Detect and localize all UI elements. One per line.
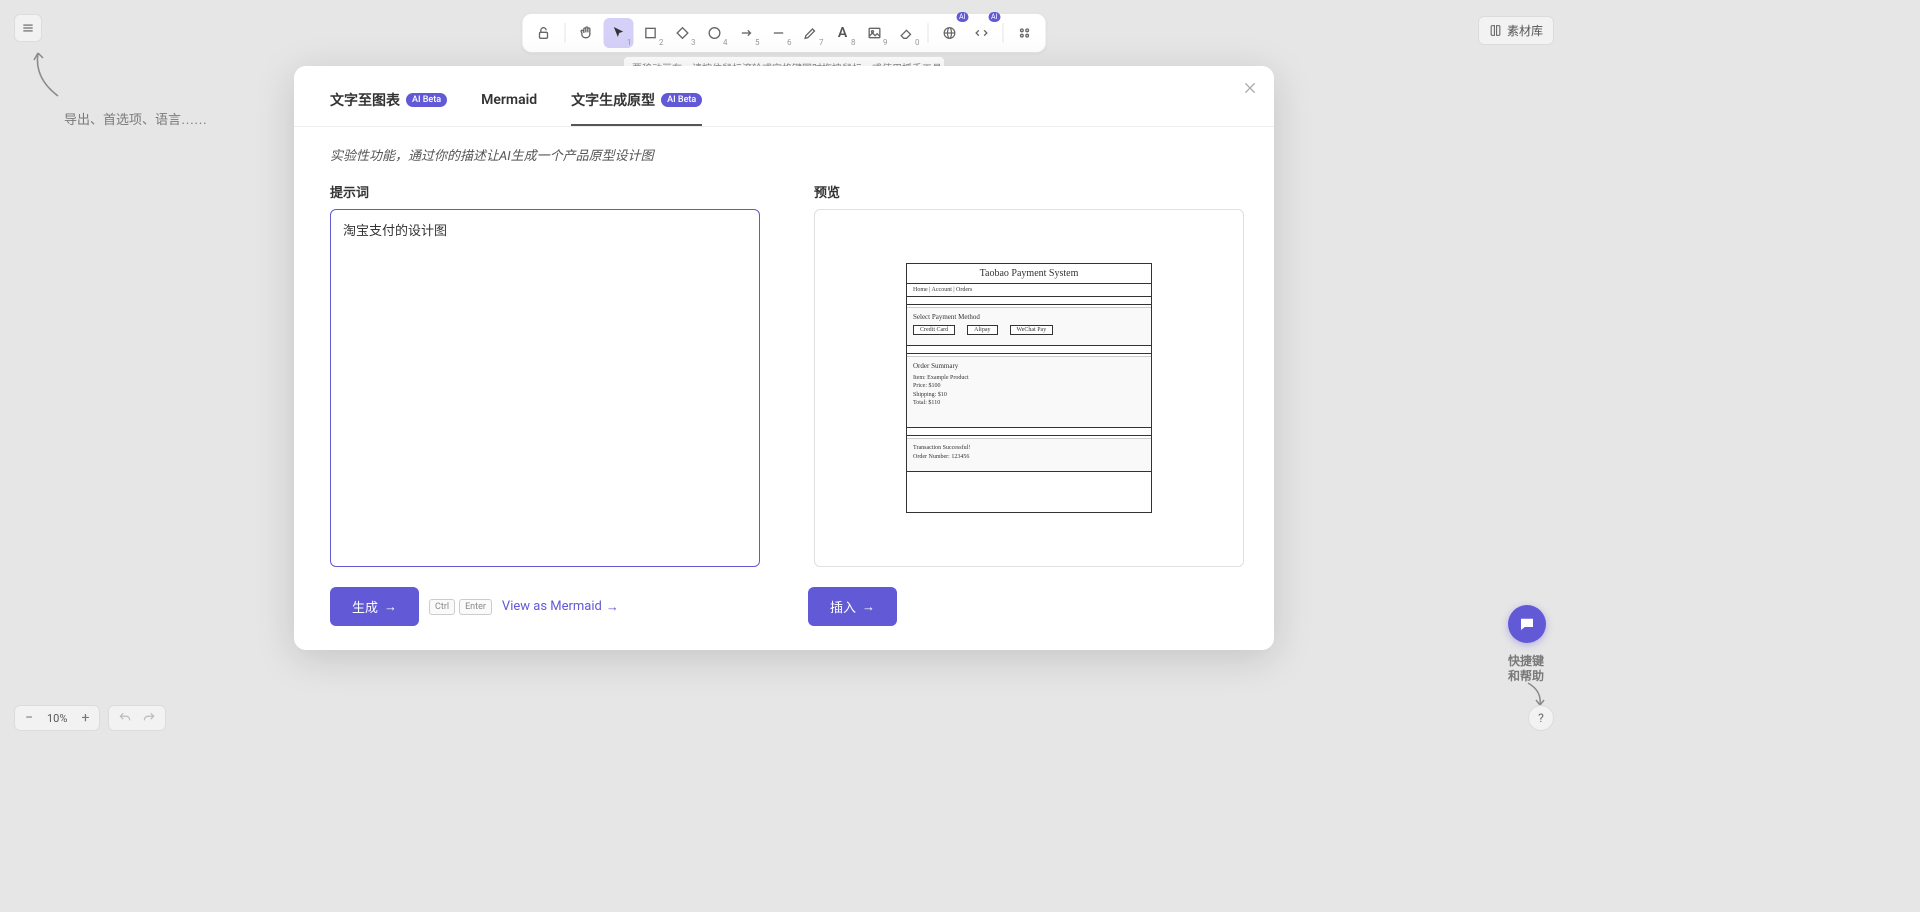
ai-beta-badge: AI Beta — [406, 93, 447, 107]
tab-mermaid[interactable]: Mermaid — [481, 90, 537, 126]
arrow-right-icon: → — [606, 599, 619, 615]
insert-label: 插入 — [830, 597, 856, 616]
wf-txn-number: Order Number: 123456 — [913, 453, 1145, 461]
wf-pm-wechat: WeChat Pay — [1010, 325, 1054, 335]
view-as-mermaid-link[interactable]: View as Mermaid → — [502, 599, 619, 615]
kbd-ctrl: Ctrl — [429, 599, 455, 615]
generate-button[interactable]: 生成 → — [330, 587, 419, 626]
wf-order-total: Total: $110 — [913, 399, 1145, 407]
modal-backdrop: 文字至图表 AI Beta Mermaid 文字生成原型 AI Beta 实验性… — [0, 0, 1568, 745]
wf-order-head: Order Summary — [913, 362, 1145, 370]
modal-tabs: 文字至图表 AI Beta Mermaid 文字生成原型 AI Beta — [294, 66, 1274, 127]
generate-label: 生成 — [352, 597, 378, 616]
tab-label: Mermaid — [481, 92, 537, 108]
wf-order-shipping: Shipping: $10 — [913, 391, 1145, 399]
wf-order-price: Price: $100 — [913, 382, 1145, 390]
insert-button[interactable]: 插入 → — [808, 587, 897, 626]
experimental-note: 实验性功能，通过你的描述让AI生成一个产品原型设计图 — [330, 145, 1238, 164]
arrow-right-icon: → — [862, 599, 875, 614]
close-icon — [1242, 80, 1258, 96]
wf-payment-head: Select Payment Method — [913, 313, 1145, 321]
prompt-textarea[interactable] — [330, 209, 760, 567]
wf-order-item: Item: Example Product — [913, 374, 1145, 382]
wf-txn-success: Transaction Successful! — [913, 444, 1145, 452]
wf-pm-alipay: Alipay — [967, 325, 997, 335]
kbd-enter: Enter — [459, 599, 492, 615]
preview-label: 预览 — [814, 182, 1244, 201]
arrow-right-icon: → — [384, 599, 397, 614]
mermaid-link-label: View as Mermaid — [502, 599, 602, 614]
modal-close-button[interactable] — [1242, 80, 1258, 101]
tab-text-to-prototype[interactable]: 文字生成原型 AI Beta — [571, 90, 702, 126]
ai-generate-modal: 文字至图表 AI Beta Mermaid 文字生成原型 AI Beta 实验性… — [294, 66, 1274, 650]
tab-label: 文字生成原型 — [571, 90, 655, 110]
ai-beta-badge: AI Beta — [661, 93, 702, 107]
preview-box: Taobao Payment System Home | Account | O… — [814, 209, 1244, 567]
wf-pm-credit: Credit Card — [913, 325, 955, 335]
tab-text-to-diagram[interactable]: 文字至图表 AI Beta — [330, 90, 447, 126]
wireframe-preview: Taobao Payment System Home | Account | O… — [906, 263, 1152, 513]
modal-body: 实验性功能，通过你的描述让AI生成一个产品原型设计图 提示词 预览 Taobao… — [294, 127, 1274, 650]
tab-label: 文字至图表 — [330, 90, 400, 110]
wf-title: Taobao Payment System — [907, 264, 1151, 284]
shortcut-hint: Ctrl Enter — [429, 599, 492, 615]
prompt-label: 提示词 — [330, 182, 760, 201]
wf-nav: Home | Account | Orders — [907, 284, 1151, 297]
